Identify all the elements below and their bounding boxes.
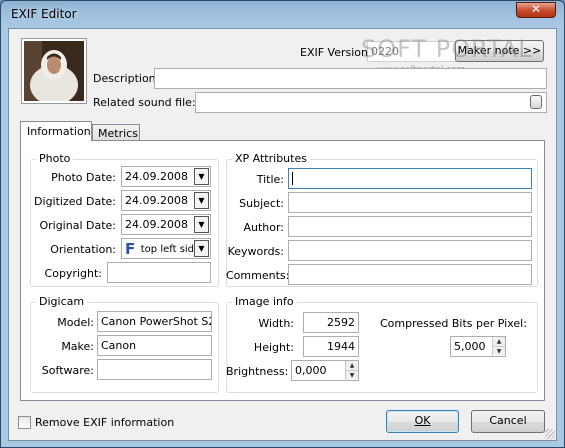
- related-sound-label: Related sound file:: [93, 96, 196, 109]
- brightness-down-icon[interactable]: ▼: [346, 370, 358, 379]
- original-date-label: Original Date:: [39, 219, 116, 232]
- width-label: Width:: [258, 317, 294, 330]
- remove-exif-checkbox[interactable]: [18, 416, 31, 429]
- digitized-date-field[interactable]: 24.09.2008 ▼: [121, 190, 211, 211]
- related-sound-field[interactable]: [195, 92, 547, 113]
- xp-author-field[interactable]: [288, 216, 532, 237]
- photo-thumbnail: [21, 38, 87, 105]
- photo-date-value: 24.09.2008: [125, 170, 188, 183]
- compressed-bits-spin-buttons[interactable]: ▲ ▼: [492, 337, 505, 356]
- tab-page-information: Photo Photo Date: 24.09.2008 ▼ Digitized…: [20, 140, 545, 401]
- tab-information-label: Information: [27, 125, 91, 138]
- xp-subject-field[interactable]: [288, 192, 532, 213]
- original-date-field[interactable]: 24.09.2008 ▼: [121, 214, 211, 235]
- software-field[interactable]: [97, 359, 212, 380]
- xp-subject-label: Subject:: [239, 197, 284, 210]
- xp-keywords-label: Keywords:: [227, 245, 284, 258]
- compressed-bits-down-icon[interactable]: ▼: [493, 346, 505, 355]
- model-label: Model:: [57, 316, 94, 329]
- ok-button-label: OK: [414, 414, 431, 427]
- description-field[interactable]: [154, 68, 547, 89]
- orientation-select[interactable]: F top left side ▼: [121, 238, 211, 259]
- resize-grip-icon[interactable]: [545, 429, 555, 439]
- xp-comments-label: Comments:: [226, 269, 290, 282]
- brightness-up-icon[interactable]: ▲: [346, 361, 358, 370]
- photo-group-title: Photo: [36, 152, 74, 165]
- dialog-client: EXIF Version: 0220 Maker note >> SOFT PO…: [8, 28, 557, 441]
- ok-button[interactable]: OK: [386, 410, 459, 433]
- xp-title-label: Title:: [256, 173, 284, 186]
- digitized-date-dropdown-icon[interactable]: ▼: [194, 192, 209, 209]
- compressed-bits-spinner[interactable]: 5,000 ▲ ▼: [450, 336, 506, 357]
- title-bar[interactable]: EXIF Editor ✕: [1, 1, 564, 27]
- original-date-dropdown-icon[interactable]: ▼: [194, 216, 209, 233]
- photo-thumbnail-image: [24, 41, 84, 105]
- digitized-date-label: Digitized Date:: [34, 195, 116, 208]
- width-field[interactable]: 2592: [303, 312, 359, 333]
- description-label: Description:: [93, 72, 160, 85]
- original-date-value: 24.09.2008: [125, 218, 188, 231]
- copyright-label: Copyright:: [44, 267, 102, 280]
- watermark-logo: SOFT PORTAL: [361, 35, 533, 63]
- orientation-dropdown-icon[interactable]: ▼: [194, 240, 209, 257]
- software-label: Software:: [41, 364, 94, 377]
- compressed-bits-label: Compressed Bits per Pixel:: [380, 317, 527, 330]
- brightness-label: Brightness:: [226, 365, 289, 378]
- brightness-value: 0,000: [295, 364, 327, 377]
- tab-metrics-label: Metrics: [98, 127, 138, 140]
- remove-exif-label[interactable]: Remove EXIF information: [35, 416, 174, 429]
- make-label: Make:: [61, 340, 94, 353]
- cancel-button[interactable]: Cancel: [471, 410, 545, 433]
- tab-information[interactable]: Information: [20, 121, 92, 141]
- xp-author-label: Author:: [243, 221, 284, 234]
- height-label: Height:: [253, 341, 294, 354]
- photo-date-label: Photo Date:: [51, 171, 116, 184]
- orientation-label: Orientation:: [50, 243, 116, 256]
- xp-comments-field[interactable]: [288, 264, 532, 285]
- exif-editor-window: EXIF Editor ✕ EXIF Version: 0220 Maker n…: [0, 0, 565, 448]
- brightness-spin-buttons[interactable]: ▲ ▼: [345, 361, 358, 380]
- orientation-value: top left side: [140, 244, 201, 255]
- text-cursor: [292, 172, 293, 185]
- photo-date-dropdown-icon[interactable]: ▼: [194, 168, 209, 185]
- model-field[interactable]: Canon PowerShot S2 IS: [97, 311, 212, 332]
- copyright-field[interactable]: [107, 262, 211, 283]
- image-info-group-title: Image info: [232, 295, 297, 308]
- close-button[interactable]: ✕: [516, 2, 556, 18]
- xp-title-field[interactable]: [288, 168, 532, 189]
- orientation-f-icon: F: [125, 240, 136, 258]
- digicam-group-title: Digicam: [36, 295, 88, 308]
- cancel-button-label: Cancel: [489, 414, 527, 427]
- photo-date-field[interactable]: 24.09.2008 ▼: [121, 166, 211, 187]
- digitized-date-value: 24.09.2008: [125, 194, 188, 207]
- browse-sound-button[interactable]: [530, 95, 542, 109]
- xp-attributes-group-title: XP Attributes: [232, 152, 310, 165]
- compressed-bits-up-icon[interactable]: ▲: [493, 337, 505, 346]
- height-field[interactable]: 1944: [303, 336, 359, 357]
- xp-keywords-field[interactable]: [288, 240, 532, 261]
- brightness-spinner[interactable]: 0,000 ▲ ▼: [291, 360, 359, 381]
- compressed-bits-value: 5,000: [454, 340, 486, 353]
- tab-metrics[interactable]: Metrics: [92, 124, 140, 141]
- window-title: EXIF Editor: [11, 7, 77, 21]
- make-field[interactable]: Canon: [97, 335, 212, 356]
